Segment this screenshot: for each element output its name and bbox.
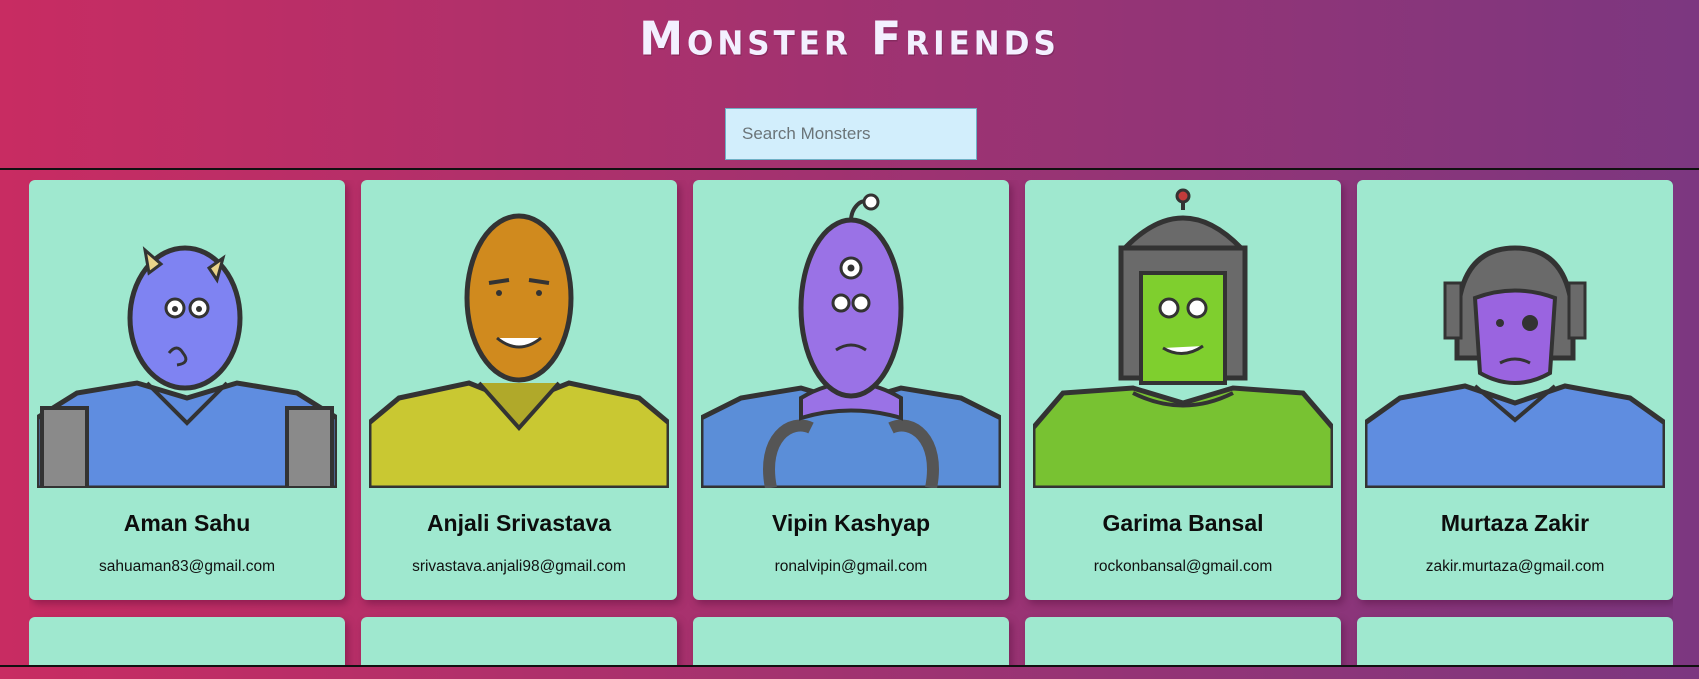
- monster-email: sahuaman83@gmail.com: [99, 558, 275, 575]
- monster-email: ronalvipin@gmail.com: [774, 558, 928, 575]
- monster-card[interactable]: Anjali Srivastava srivastava.anjali98@gm…: [361, 180, 677, 600]
- monster-name: Murtaza Zakir: [1440, 510, 1590, 536]
- monster-card[interactable]: [1025, 617, 1341, 665]
- monster-name: Garima Bansal: [1102, 510, 1264, 536]
- monster-name: Aman Sahu: [123, 510, 251, 536]
- monster-card[interactable]: Murtaza Zakir zakir.murtaza@gmail.com: [1357, 180, 1673, 600]
- monster-card[interactable]: Garima Bansal rockonbansal@gmail.com: [1025, 180, 1341, 600]
- monster-email: srivastava.anjali98@gmail.com: [412, 558, 626, 575]
- monster-avatar-image: [1033, 188, 1333, 488]
- page-title: Monster Friends: [639, 12, 1060, 67]
- monster-card-grid: Aman Sahu sahuaman83@gmail.com Anjali Sr…: [29, 180, 1673, 665]
- monster-card[interactable]: Aman Sahu sahuaman83@gmail.com: [29, 180, 345, 600]
- monster-card[interactable]: [29, 617, 345, 665]
- monster-avatar-image: [1365, 245, 1665, 488]
- monster-email: rockonbansal@gmail.com: [1093, 558, 1273, 575]
- monster-card[interactable]: [361, 617, 677, 665]
- search-input[interactable]: [725, 108, 977, 160]
- monster-card[interactable]: [693, 617, 1009, 665]
- divider-top: [0, 168, 1699, 170]
- monster-avatar-image: [369, 213, 669, 488]
- monster-avatar-image: [701, 193, 1001, 488]
- monster-email: zakir.murtaza@gmail.com: [1425, 558, 1605, 575]
- monster-name: Vipin Kashyap: [771, 510, 931, 536]
- monster-card[interactable]: [1357, 617, 1673, 665]
- monster-avatar-image: [37, 245, 337, 488]
- divider-bottom: [0, 665, 1699, 667]
- monster-card[interactable]: Vipin Kashyap ronalvipin@gmail.com: [693, 180, 1009, 600]
- monster-name: Anjali Srivastava: [426, 510, 612, 536]
